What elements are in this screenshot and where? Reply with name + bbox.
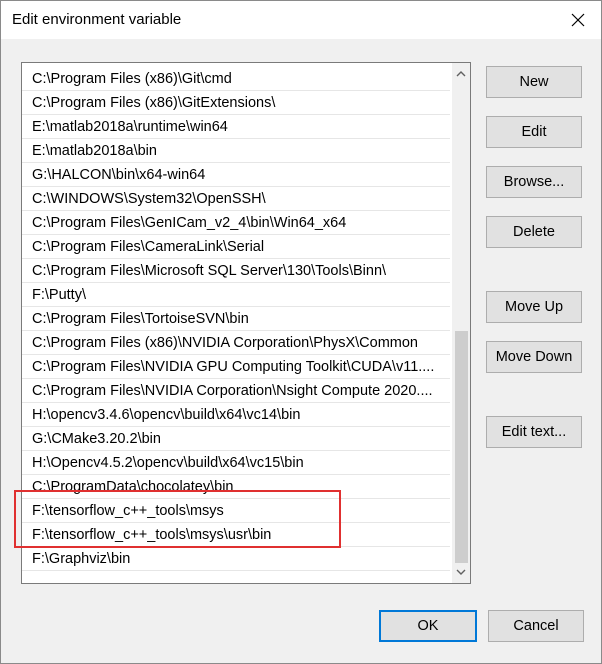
vertical-scrollbar[interactable] xyxy=(452,63,470,583)
path-rows: C:\Program Files (x86)\Git\cmd C:\Program… xyxy=(22,67,450,571)
chevron-up-icon xyxy=(456,71,466,77)
cancel-button[interactable]: Cancel xyxy=(488,610,584,642)
list-item[interactable]: C:\Program Files\Microsoft SQL Server\13… xyxy=(22,259,450,283)
list-item[interactable]: E:\matlab2018a\runtime\win64 xyxy=(22,115,450,139)
list-item[interactable]: G:\CMake3.20.2\bin xyxy=(22,427,450,451)
list-item[interactable]: C:\Program Files (x86)\NVIDIA Corporatio… xyxy=(22,331,450,355)
list-item[interactable]: C:\ProgramData\chocolatey\bin xyxy=(22,475,450,499)
scroll-thumb[interactable] xyxy=(455,331,468,563)
list-item[interactable]: H:\Opencv4.5.2\opencv\build\x64\vc15\bin xyxy=(22,451,450,475)
ok-button[interactable]: OK xyxy=(379,610,477,642)
list-item[interactable]: F:\Graphviz\bin xyxy=(22,547,450,571)
list-item[interactable]: C:\Program Files\GenICam_v2_4\bin\Win64_… xyxy=(22,211,450,235)
move-up-button[interactable]: Move Up xyxy=(486,291,582,323)
list-item[interactable]: F:\tensorflow_c++_tools\msys\usr\bin xyxy=(22,523,450,547)
list-item[interactable]: G:\HALCON\bin\x64-win64 xyxy=(22,163,450,187)
scroll-up-button[interactable] xyxy=(452,65,470,83)
chevron-down-icon xyxy=(456,569,466,575)
move-down-button[interactable]: Move Down xyxy=(486,341,582,373)
window-title: Edit environment variable xyxy=(12,11,182,28)
list-item[interactable]: F:\Putty\ xyxy=(22,283,450,307)
title-bar: Edit environment variable xyxy=(1,1,601,39)
browse-button[interactable]: Browse... xyxy=(486,166,582,198)
list-item[interactable]: F:\tensorflow_c++_tools\msys xyxy=(22,499,450,523)
list-item[interactable]: C:\Program Files\NVIDIA Corporation\Nsig… xyxy=(22,379,450,403)
new-button[interactable]: New xyxy=(486,66,582,98)
list-item[interactable]: C:\Program Files\CameraLink\Serial xyxy=(22,235,450,259)
edit-environment-variable-dialog: Edit environment variable C:\Program Fil… xyxy=(0,0,602,664)
scroll-down-button[interactable] xyxy=(452,563,470,581)
list-item[interactable]: C:\WINDOWS\System32\OpenSSH\ xyxy=(22,187,450,211)
delete-button[interactable]: Delete xyxy=(486,216,582,248)
list-item[interactable]: C:\Program Files\TortoiseSVN\bin xyxy=(22,307,450,331)
list-item[interactable]: H:\opencv3.4.6\opencv\build\x64\vc14\bin xyxy=(22,403,450,427)
path-list[interactable]: C:\Program Files (x86)\Git\cmd C:\Program… xyxy=(21,62,471,584)
list-item[interactable]: E:\matlab2018a\bin xyxy=(22,139,450,163)
close-icon xyxy=(571,13,585,27)
list-item[interactable]: C:\Program Files (x86)\GitExtensions\ xyxy=(22,91,450,115)
list-item[interactable]: C:\Program Files\NVIDIA GPU Computing To… xyxy=(22,355,450,379)
edit-text-button[interactable]: Edit text... xyxy=(486,416,582,448)
close-button[interactable] xyxy=(555,1,601,39)
edit-button[interactable]: Edit xyxy=(486,116,582,148)
list-item[interactable]: C:\Program Files (x86)\Git\cmd xyxy=(22,67,450,91)
